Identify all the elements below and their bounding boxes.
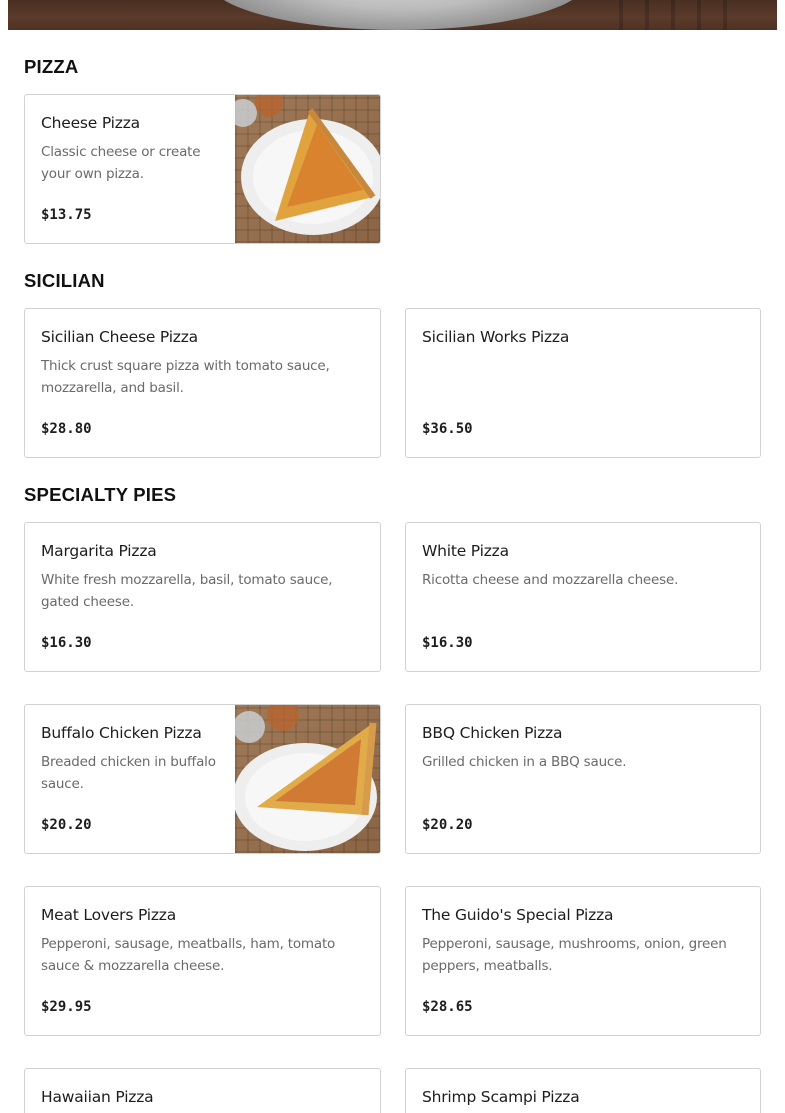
item-name: Buffalo Chicken Pizza	[41, 724, 202, 742]
item-price: $13.75	[41, 207, 92, 223]
item-name: Sicilian Works Pizza	[422, 328, 570, 346]
plate-graphic	[208, 0, 588, 30]
item-description: Ricotta cheese and mozzarella cheese.	[422, 572, 679, 588]
menu-item-card[interactable]: Cheese Pizza Classic cheese or create yo…	[24, 94, 381, 244]
item-description: Grilled chicken in a BBQ sauce.	[422, 754, 627, 770]
item-description: Pepperoni, sausage, meatballs, ham, toma…	[41, 936, 336, 974]
item-price: $16.30	[422, 635, 473, 651]
tabletop-texture	[597, 0, 737, 30]
item-name: Cheese Pizza	[41, 114, 140, 132]
item-name: BBQ Chicken Pizza	[422, 724, 563, 742]
menu-item-card[interactable]: Sicilian Cheese Pizza Thick crust square…	[24, 308, 381, 458]
menu-item-card[interactable]: The Guido's Special Pizza Pepperoni, sau…	[405, 886, 761, 1036]
item-name: Margarita Pizza	[41, 542, 157, 560]
item-price: $36.50	[422, 421, 473, 437]
menu-item-card[interactable]: Buffalo Chicken Pizza Breaded chicken in…	[24, 704, 381, 854]
item-price: $16.30	[41, 635, 92, 651]
menu-item-card[interactable]: Margarita Pizza White fresh mozzarella, …	[24, 522, 381, 672]
menu-item-card[interactable]: White Pizza Ricotta cheese and mozzarell…	[405, 522, 761, 672]
pizza-slice-illustration	[235, 705, 377, 851]
item-price: $28.65	[422, 999, 473, 1015]
item-price: $29.95	[41, 999, 92, 1015]
menu-item-card[interactable]: BBQ Chicken Pizza Grilled chicken in a B…	[405, 704, 761, 854]
menu-item-card[interactable]: Hawaiian Pizza	[24, 1068, 381, 1113]
item-description: White fresh mozzarella, basil, tomato sa…	[41, 572, 333, 610]
cheese-pizza-photo	[235, 95, 380, 243]
hero-banner-image	[8, 0, 777, 30]
item-description: Classic cheese or create your own pizza.	[41, 144, 201, 182]
section-title-specialty-pies: SPECIALTY PIES	[24, 484, 177, 505]
menu-item-card[interactable]: Sicilian Works Pizza $36.50	[405, 308, 761, 458]
item-price: $20.20	[41, 817, 92, 833]
section-title-pizza: PIZZA	[24, 56, 79, 77]
item-name: Meat Lovers Pizza	[41, 906, 177, 924]
item-price: $20.20	[422, 817, 473, 833]
item-name: The Guido's Special Pizza	[422, 906, 614, 924]
item-name: Shrimp Scampi Pizza	[422, 1088, 580, 1106]
item-name: Hawaiian Pizza	[41, 1088, 154, 1106]
item-description: Breaded chicken in buffalo sauce.	[41, 754, 216, 792]
item-price: $28.80	[41, 421, 92, 437]
item-description: Pepperoni, sausage, mushrooms, onion, gr…	[422, 936, 727, 974]
menu-item-card[interactable]: Shrimp Scampi Pizza	[405, 1068, 761, 1113]
menu-item-card[interactable]: Meat Lovers Pizza Pepperoni, sausage, me…	[24, 886, 381, 1036]
pizza-slice-illustration	[235, 95, 380, 235]
item-name: White Pizza	[422, 542, 509, 560]
buffalo-chicken-pizza-photo	[235, 705, 380, 853]
section-title-sicilian: SICILIAN	[24, 270, 105, 291]
item-description: Thick crust square pizza with tomato sau…	[41, 358, 330, 396]
item-name: Sicilian Cheese Pizza	[41, 328, 198, 346]
